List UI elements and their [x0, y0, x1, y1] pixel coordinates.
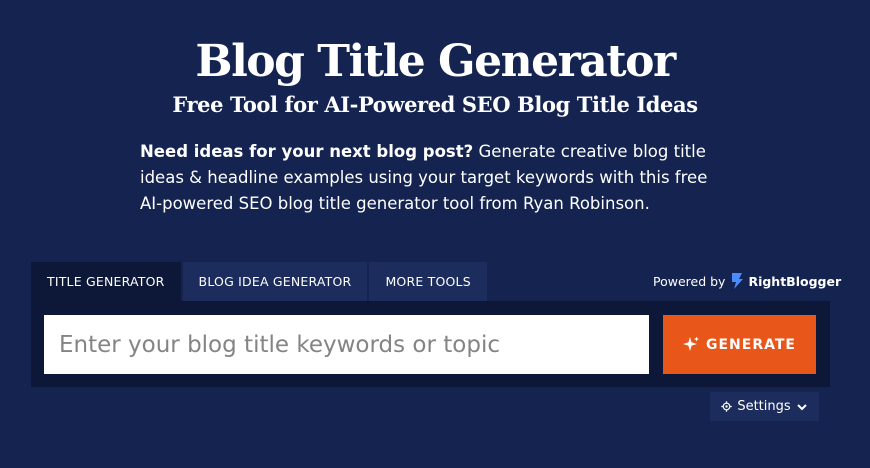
- generate-button[interactable]: GENERATE: [663, 315, 816, 374]
- gear-icon: [721, 401, 733, 412]
- rightblogger-logo-icon: [732, 273, 744, 289]
- powered-by-label: Powered by: [653, 273, 726, 289]
- tab-more-tools[interactable]: MORE TOOLS: [369, 262, 487, 301]
- settings-label: Settings: [737, 399, 791, 414]
- chevron-down-icon: [796, 403, 807, 410]
- generate-button-label: GENERATE: [706, 336, 796, 353]
- search-input[interactable]: [44, 315, 649, 374]
- powered-by[interactable]: Powered by RightBlogger: [653, 270, 841, 292]
- intro-bold-text: Need ideas for your next blog post?: [140, 142, 474, 161]
- intro-paragraph: Need ideas for your next blog post? Gene…: [140, 139, 730, 217]
- tab-blog-idea-generator[interactable]: BLOG IDEA GENERATOR: [182, 262, 368, 301]
- tool-tabs: TITLE GENERATOR BLOG IDEA GENERATOR MORE…: [31, 262, 489, 301]
- generator-panel: GENERATE: [31, 301, 830, 387]
- tab-title-generator[interactable]: TITLE GENERATOR: [31, 262, 181, 301]
- brand-name: RightBlogger: [748, 273, 842, 289]
- sparkle-icon: [683, 336, 699, 351]
- page-title: Blog Title Generator: [195, 36, 676, 87]
- page-subtitle: Free Tool for AI-Powered SEO Blog Title …: [172, 92, 698, 117]
- settings-button[interactable]: Settings: [710, 392, 819, 421]
